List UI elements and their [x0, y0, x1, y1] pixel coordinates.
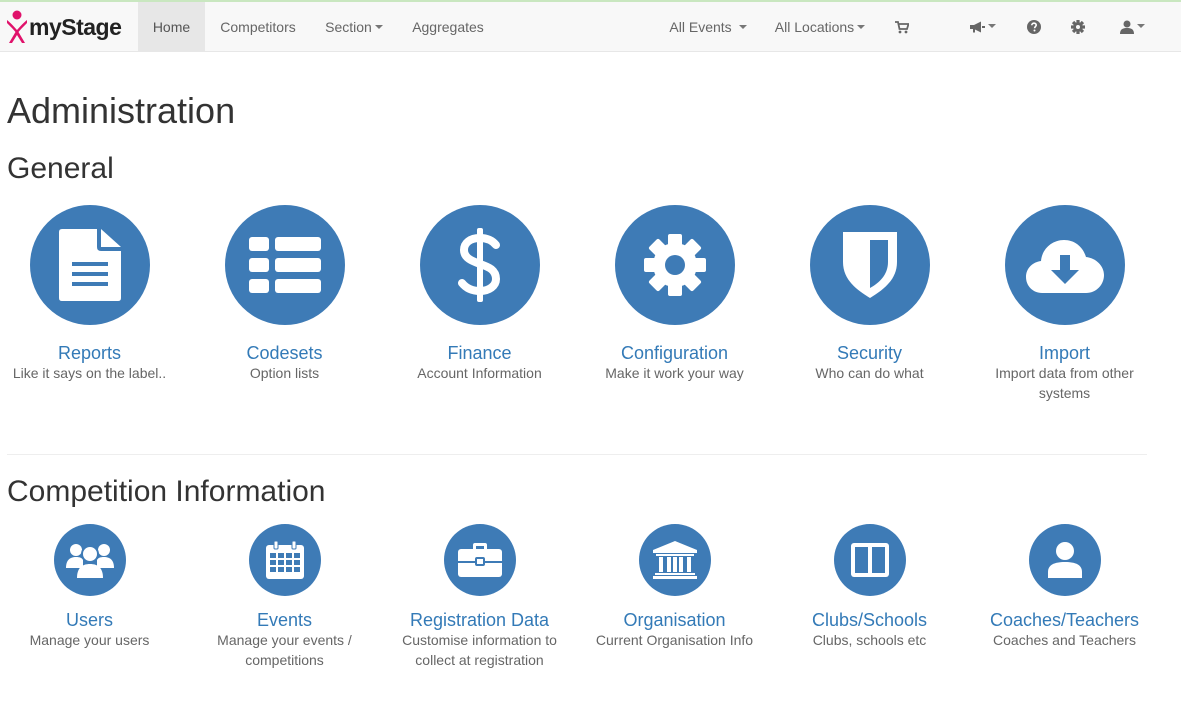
calendar-icon	[265, 541, 304, 579]
chevron-down-icon	[1136, 24, 1145, 28]
chevron-down-icon	[987, 24, 996, 28]
events-circle	[248, 524, 321, 596]
general-section-heading: General	[7, 152, 114, 185]
top-navbar: myStage Home Competitors Section Aggrega…	[0, 2, 1181, 52]
nav-competitors[interactable]: Competitors	[205, 2, 311, 52]
section-divider	[7, 454, 1147, 455]
security-desc: Who can do what	[815, 365, 924, 381]
tile-import[interactable]: Import Import data from other systems	[967, 205, 1162, 403]
tile-users[interactable]: Users Manage your users	[0, 524, 187, 650]
tile-events[interactable]: Events Manage your events / competitions	[187, 524, 382, 670]
help-icon	[1027, 20, 1041, 34]
clubs-schools-circle	[833, 524, 906, 596]
institution-icon	[652, 541, 697, 579]
configuration-circle	[614, 205, 735, 325]
finance-title: Finance	[447, 343, 512, 363]
user-icon	[1047, 542, 1082, 578]
security-circle	[809, 205, 930, 325]
settings-button[interactable]	[1063, 2, 1093, 52]
codesets-title: Codesets	[246, 343, 323, 363]
tile-coaches-teachers[interactable]: Coaches/Teachers Coaches and Teachers	[967, 524, 1162, 650]
brand-name: myStage	[29, 13, 122, 40]
import-desc: Import data from other systems	[995, 365, 1134, 401]
competition-section-heading: Competition Information	[7, 475, 326, 508]
nav-section-label: Section	[325, 19, 372, 35]
dollar-icon	[457, 228, 500, 302]
tile-codesets[interactable]: Codesets Option lists	[187, 205, 382, 383]
tile-organisation[interactable]: Organisation Current Organisation Info	[577, 524, 772, 650]
cart-icon	[895, 20, 909, 33]
nav-section-dropdown[interactable]: Section	[311, 2, 397, 52]
tile-security[interactable]: Security Who can do what	[772, 205, 967, 383]
cog-icon	[643, 234, 706, 296]
organisation-circle	[638, 524, 711, 596]
nav-home[interactable]: Home	[138, 2, 205, 52]
nav-all-events-label: All Events	[669, 19, 732, 35]
file-text-icon	[58, 229, 121, 301]
users-title: Users	[65, 610, 113, 630]
reports-desc: Like it says on the label..	[12, 365, 167, 381]
configuration-desc: Make it work your way	[605, 365, 744, 381]
organisation-desc: Current Organisation Info	[595, 632, 754, 648]
events-desc: Manage your events / competitions	[217, 632, 352, 668]
briefcase-icon	[457, 543, 502, 577]
reports-title: Reports	[57, 343, 122, 363]
tile-clubs-schools[interactable]: Clubs/Schools Clubs, schools etc	[772, 524, 967, 650]
users-desc: Manage your users	[29, 632, 150, 648]
megaphone-icon	[969, 21, 985, 33]
users-icon	[65, 544, 114, 578]
brand-logo[interactable]: myStage	[6, 8, 122, 46]
gear-icon	[1071, 20, 1085, 34]
finance-desc: Account Information	[417, 365, 542, 381]
nav-all-events-dropdown[interactable]: All Events	[655, 2, 761, 52]
configuration-title: Configuration	[620, 343, 729, 363]
registration-data-title: Registration Data	[409, 610, 550, 630]
mystage-logo-icon	[7, 10, 27, 43]
tile-finance[interactable]: Finance Account Information	[382, 205, 577, 383]
nav-all-locations-dropdown[interactable]: All Locations	[761, 2, 879, 52]
finance-circle	[419, 205, 540, 325]
events-title: Events	[256, 610, 313, 630]
clubs-schools-title: Clubs/Schools	[811, 610, 928, 630]
nav-aggregates[interactable]: Aggregates	[397, 2, 499, 52]
shield-icon	[842, 232, 897, 298]
reports-circle	[29, 205, 150, 325]
announcements-dropdown[interactable]	[957, 2, 1007, 52]
tile-configuration[interactable]: Configuration Make it work your way	[577, 205, 772, 383]
codesets-desc: Option lists	[249, 365, 320, 381]
codesets-circle	[224, 205, 345, 325]
user-menu-dropdown[interactable]	[1107, 2, 1157, 52]
cart-button[interactable]	[885, 2, 919, 52]
import-title: Import	[1038, 343, 1090, 363]
coaches-teachers-circle	[1028, 524, 1101, 596]
user-icon	[1119, 20, 1134, 34]
nav-all-locations-label: All Locations	[774, 19, 855, 35]
import-circle	[1004, 205, 1125, 325]
coaches-teachers-title: Coaches/Teachers	[989, 610, 1140, 630]
registration-data-desc: Customise information to collect at regi…	[402, 632, 557, 668]
users-circle	[53, 524, 126, 596]
cloud-download-icon	[1025, 240, 1104, 293]
security-title: Security	[836, 343, 903, 363]
chevron-down-icon	[374, 25, 383, 30]
list-icon	[248, 237, 321, 293]
page-title: Administration	[7, 90, 236, 131]
tile-reports[interactable]: Reports Like it says on the label..	[0, 205, 187, 383]
registration-data-circle	[443, 524, 516, 596]
chevron-down-icon	[738, 25, 747, 30]
tile-registration-data[interactable]: Registration Data Customise information …	[382, 524, 577, 670]
coaches-teachers-desc: Coaches and Teachers	[993, 632, 1136, 648]
columns-icon	[850, 543, 889, 577]
help-button[interactable]	[1019, 2, 1049, 52]
clubs-schools-desc: Clubs, schools etc	[812, 632, 927, 648]
organisation-title: Organisation	[623, 610, 726, 630]
chevron-down-icon	[857, 25, 866, 30]
